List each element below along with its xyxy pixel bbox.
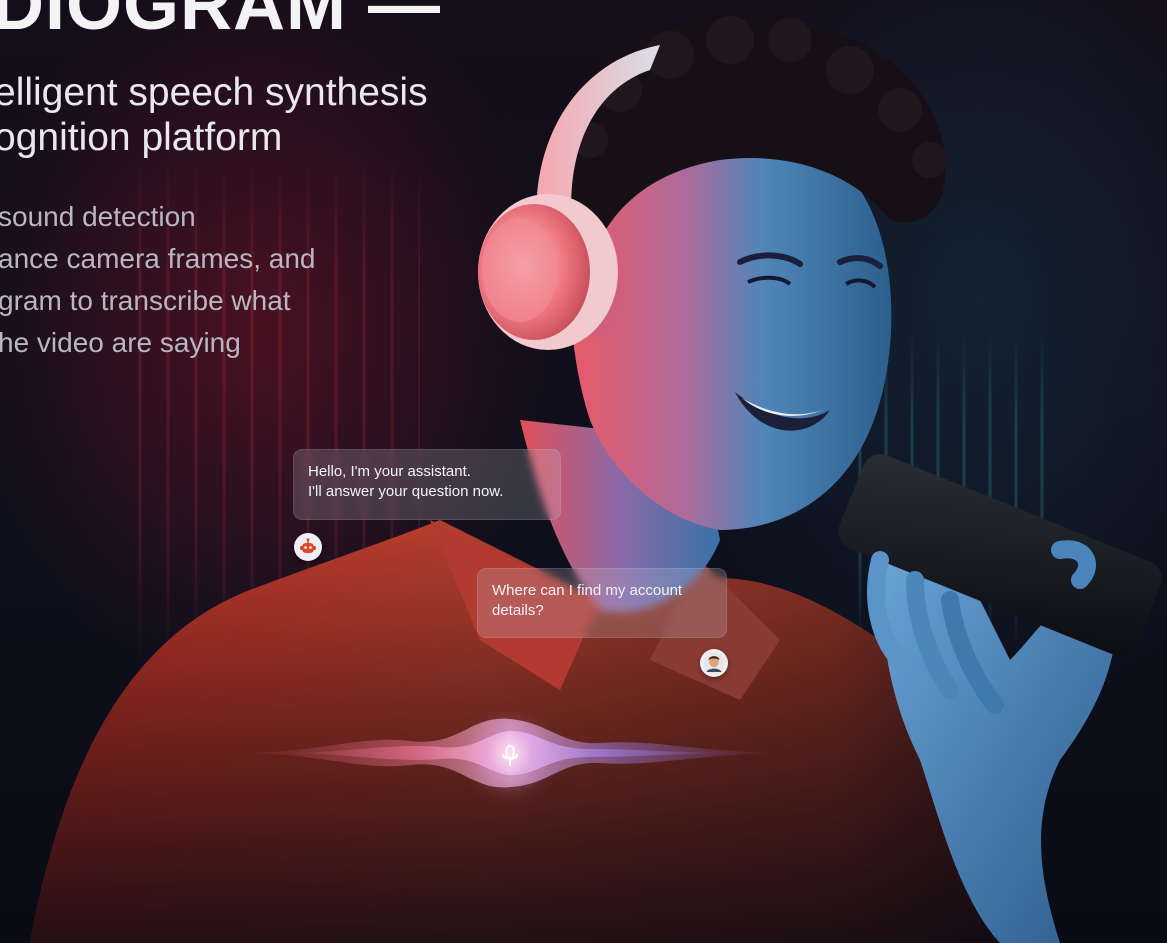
description-line: gram to transcribe what	[0, 285, 291, 316]
microphone-icon	[502, 745, 518, 766]
robot-icon	[300, 538, 316, 553]
hero-section: DIOGRAM — elligent speech synthesis ogni…	[0, 0, 1167, 943]
user-chat-bubble: Where can I find my account details?	[477, 568, 727, 638]
subheadline-line: ognition platform	[0, 116, 283, 159]
hero-subheadline: elligent speech synthesis ognition platf…	[0, 70, 514, 160]
user-message-line: Where can I find my account	[492, 582, 683, 599]
assistant-message-line: I'll answer your question now.	[308, 483, 504, 500]
user-message-line: details?	[492, 602, 544, 619]
hero-description: sound detection ance camera frames, and …	[0, 196, 418, 364]
page-title: DIOGRAM —	[0, 0, 441, 45]
description-line: he video are saying	[0, 327, 241, 358]
microphone-button[interactable]	[484, 730, 536, 782]
assistant-chat-bubble: Hello, I'm your assistant. I'll answer y…	[293, 449, 561, 520]
assistant-avatar	[294, 533, 322, 561]
assistant-message-line: Hello, I'm your assistant.	[308, 463, 471, 480]
description-line: ance camera frames, and	[0, 243, 316, 274]
description-line: sound detection	[0, 201, 196, 232]
subheadline-line: elligent speech synthesis	[0, 71, 428, 114]
user-avatar-icon	[703, 652, 725, 674]
user-avatar	[700, 649, 728, 677]
